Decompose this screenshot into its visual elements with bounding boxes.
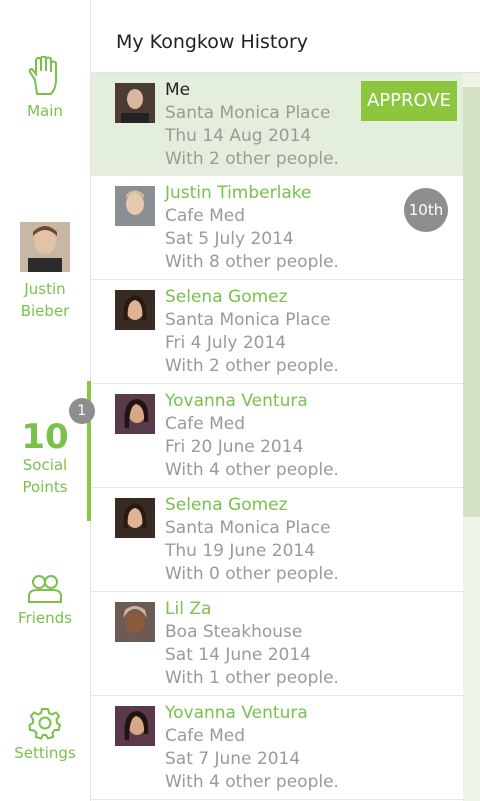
date: Fri 20 June 2014: [165, 437, 304, 457]
people-count: With 4 other people.: [165, 460, 339, 480]
avatar: [115, 706, 155, 746]
social-points-label-line2: Points: [22, 478, 68, 496]
friends-icon: [28, 575, 62, 603]
nav-friends-label: Friends: [18, 609, 72, 627]
place: Cafe Med: [165, 726, 246, 746]
nav-social-points[interactable]: 10 1 Social Points: [0, 398, 95, 498]
people-count: With 0 other people.: [165, 564, 339, 584]
place: Boa Steakhouse: [165, 622, 303, 642]
person-name[interactable]: Yovanna Ventura: [165, 702, 339, 725]
person-name[interactable]: Justin Timberlake: [165, 182, 339, 205]
rank-badge: 10th: [404, 188, 448, 232]
page-header: My Kongkow History: [91, 0, 480, 73]
list-item[interactable]: Lil Za Boa Steakhouse Sat 14 June 2014 W…: [91, 592, 463, 696]
date: Sat 7 June 2014: [165, 749, 301, 769]
scrollbar[interactable]: [463, 73, 480, 801]
list-item[interactable]: Justin Timberlake Cafe Med Sat 5 July 20…: [91, 176, 463, 280]
approve-button[interactable]: APPROVE: [361, 81, 457, 121]
people-count: With 2 other people.: [165, 149, 339, 169]
nav-main-label: Main: [27, 102, 63, 120]
avatar: [115, 602, 155, 642]
gear-icon: [28, 708, 62, 740]
social-points-counter: 10 1: [21, 398, 95, 457]
place: Santa Monica Place: [165, 103, 331, 123]
place: Cafe Med: [165, 206, 246, 226]
avatar: [115, 83, 155, 123]
profile-name-line2: Bieber: [20, 302, 70, 320]
page-title: My Kongkow History: [116, 31, 309, 53]
people-count: With 2 other people.: [165, 356, 339, 376]
place: Cafe Med: [165, 414, 246, 434]
hand-icon: [28, 56, 57, 95]
main-panel: My Kongkow History Me Santa Monica Place…: [91, 0, 480, 801]
person-name[interactable]: Yovanna Ventura: [165, 390, 339, 413]
date: Sat 5 July 2014: [165, 229, 294, 249]
profile-name-line1: Justin: [24, 280, 66, 298]
scrollbar-thumb[interactable]: [463, 87, 480, 517]
nav-settings-label: Settings: [14, 744, 76, 762]
people-count: With 1 other people.: [165, 668, 339, 688]
place: Santa Monica Place: [165, 518, 331, 538]
sidebar: Main Justin Bieber 10 1 Social Points Fr…: [0, 0, 95, 801]
list-item[interactable]: Yovanna Ventura Cafe Med Fri 20 June 201…: [91, 384, 463, 488]
profile-avatar: [20, 222, 70, 272]
date: Thu 14 Aug 2014: [165, 126, 312, 146]
avatar: [115, 186, 155, 226]
list-item[interactable]: Selena Gomez Santa Monica Place Thu 19 J…: [91, 488, 463, 592]
date: Fri 4 July 2014: [165, 333, 287, 353]
list-item[interactable]: Selena Gomez Santa Monica Place Fri 4 Ju…: [91, 280, 463, 384]
person-name[interactable]: Selena Gomez: [165, 494, 339, 517]
date: Sat 14 June 2014: [165, 645, 312, 665]
people-count: With 4 other people.: [165, 772, 339, 792]
list-item[interactable]: Me Santa Monica Place Thu 14 Aug 2014 Wi…: [91, 73, 463, 176]
avatar: [115, 290, 155, 330]
people-count: With 8 other people.: [165, 252, 339, 272]
place: Santa Monica Place: [165, 310, 331, 330]
person-name[interactable]: Lil Za: [165, 598, 339, 621]
person-name: Me: [165, 80, 191, 100]
avatar: [115, 498, 155, 538]
person-name[interactable]: Selena Gomez: [165, 286, 339, 309]
nav-settings[interactable]: Settings: [0, 706, 90, 764]
nav-main[interactable]: Main: [0, 56, 90, 122]
nav-friends[interactable]: Friends: [0, 574, 90, 629]
nav-profile[interactable]: Justin Bieber: [0, 222, 90, 322]
list-item[interactable]: Yovanna Ventura Cafe Med Sat 7 June 2014…: [91, 696, 463, 800]
date: Thu 19 June 2014: [165, 541, 316, 561]
social-points-value: 10: [21, 417, 69, 457]
avatar: [115, 394, 155, 434]
history-list: Me Santa Monica Place Thu 14 Aug 2014 Wi…: [91, 73, 463, 800]
social-points-label-line1: Social: [22, 456, 68, 474]
